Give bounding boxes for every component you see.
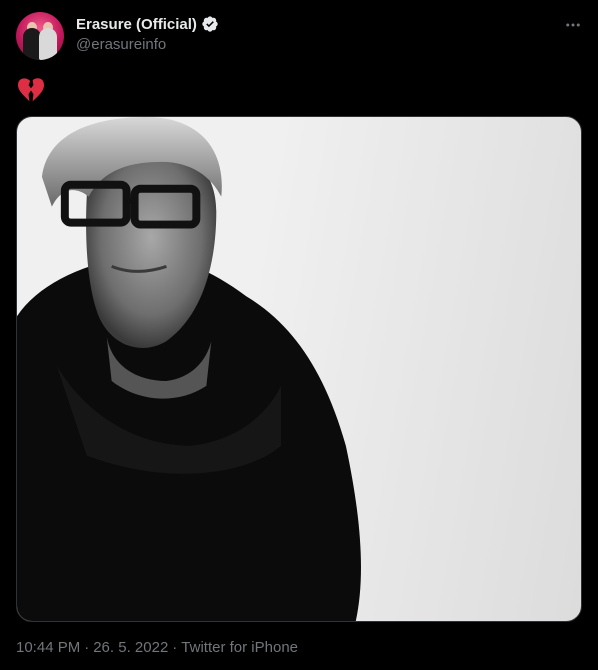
tweet: Erasure (Official) @erasureinfo 10:44 PM… <box>0 0 598 670</box>
more-horizontal-icon <box>566 23 580 27</box>
meta-separator: · <box>84 639 90 656</box>
handle[interactable]: @erasureinfo <box>76 36 166 53</box>
author-name-row[interactable]: Erasure (Official) <box>76 15 219 33</box>
tweet-time[interactable]: 10:44 PM <box>16 639 80 656</box>
broken-heart-icon <box>18 78 44 102</box>
tweet-date[interactable]: 26. 5. 2022 <box>93 639 168 656</box>
avatar[interactable] <box>16 12 64 60</box>
tweet-meta: 10:44 PM · 26. 5. 2022 · Twitter for iPh… <box>16 639 298 656</box>
photo-portrait <box>17 117 361 621</box>
verified-badge-icon <box>202 16 218 32</box>
avatar-figure-right <box>39 28 57 60</box>
display-name[interactable]: Erasure (Official) <box>76 16 197 33</box>
meta-separator-2: · <box>172 639 178 656</box>
tweet-text <box>16 77 56 105</box>
more-button[interactable] <box>558 10 588 40</box>
tweet-photo[interactable] <box>16 116 582 622</box>
tweet-source[interactable]: Twitter for iPhone <box>181 639 298 656</box>
